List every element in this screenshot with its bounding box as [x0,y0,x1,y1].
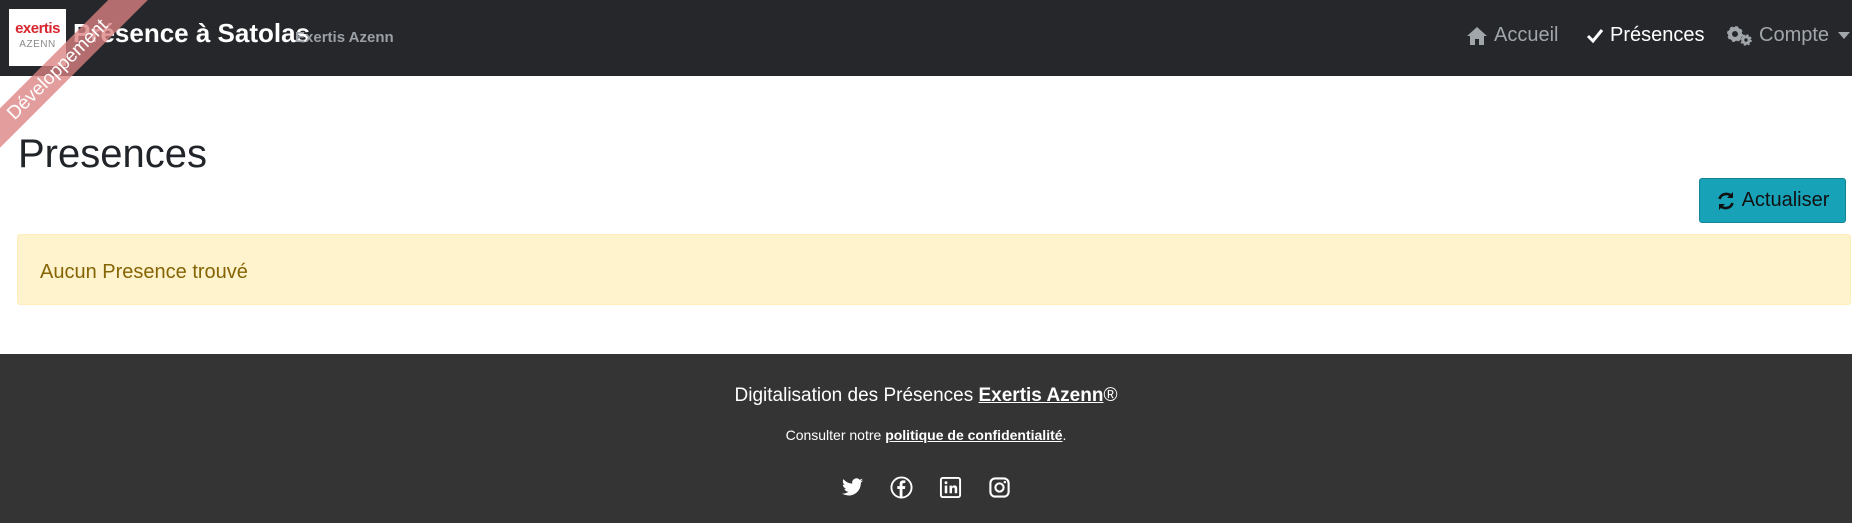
refresh-icon [1717,191,1734,210]
footer-privacy: Consulter notre politique de confidentia… [0,427,1852,443]
empty-state-alert: Aucun Presence trouvé [17,234,1851,305]
footer: Digitalisation des Présences Exertis Aze… [0,354,1852,523]
footer-brand-link[interactable]: Exertis Azenn [979,385,1104,406]
check-icon [1586,28,1604,43]
nav-item-accueil[interactable]: Accueil [1466,24,1558,47]
chevron-down-icon [1838,32,1851,39]
footer-registered-mark: ® [1103,385,1118,406]
nav-item-compte-label: Compte [1759,24,1830,46]
twitter-icon[interactable] [841,476,864,499]
nav-item-presences-label: Présences [1610,24,1705,46]
app-title[interactable]: Présence à Satolas [73,18,310,49]
linkedin-icon[interactable] [939,476,962,499]
brand-logo[interactable]: exertis AZENN [9,9,66,66]
footer-tagline-text: Digitalisation des Présences [734,385,974,406]
nav-item-compte[interactable]: Compte [1727,24,1851,47]
footer-privacy-text: Consulter notre [785,427,882,443]
instagram-icon[interactable] [988,476,1011,499]
refresh-button[interactable]: Actualiser [1699,178,1846,223]
facebook-icon[interactable] [890,476,913,499]
social-links [0,476,1852,499]
refresh-button-label: Actualiser [1741,189,1830,211]
footer-privacy-period: . [1062,427,1067,443]
footer-tagline: Digitalisation des Présences Exertis Aze… [0,385,1852,407]
alert-text: Aucun Presence trouvé [40,261,248,283]
app-subtitle: Exertis Azenn [295,29,394,46]
privacy-policy-link[interactable]: politique de confidentialité [885,427,1062,443]
navbar: exertis AZENN Présence à Satolas Exertis… [0,0,1852,76]
home-icon [1467,26,1487,45]
nav-item-accueil-label: Accueil [1494,24,1559,46]
logo-text-exertis: exertis [15,20,60,37]
gears-icon [1727,25,1752,46]
logo-text-azenn: AZENN [19,39,56,50]
page-title: Presences [18,132,207,176]
nav-item-presences[interactable]: Présences [1586,24,1705,47]
